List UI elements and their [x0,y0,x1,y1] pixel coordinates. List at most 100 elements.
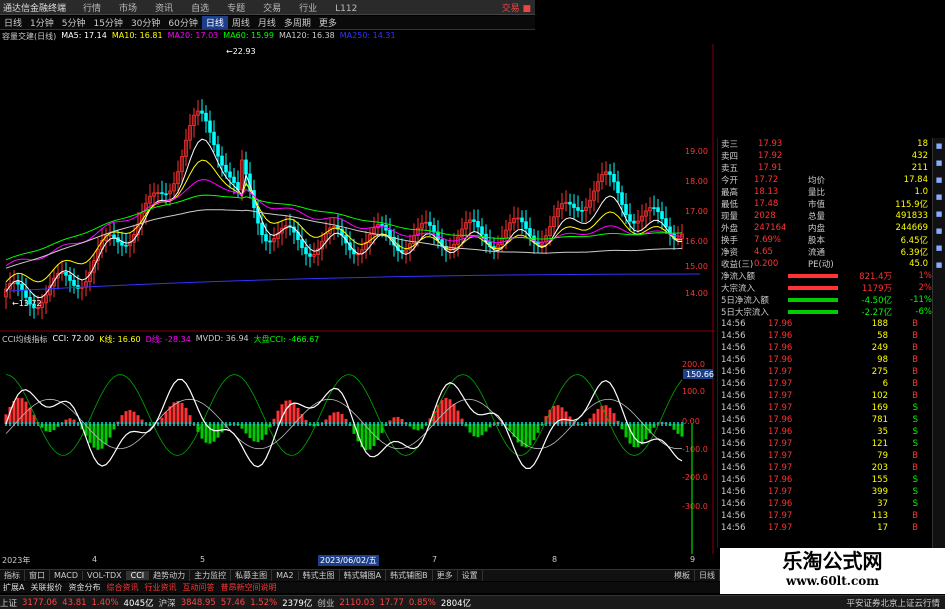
indicator-tab[interactable]: 韩式辅图A [340,570,387,581]
cci-hist-bar [452,403,456,424]
indicator-tab[interactable]: CCI [126,571,150,580]
cci-zero-tick [249,422,251,426]
sidebar-icon[interactable]: ■ [933,155,945,172]
sub-tab[interactable]: 行业资讯 [141,582,179,593]
tick-side: B [912,343,918,353]
sub-tab[interactable]: 扩展A [0,582,27,593]
index-item[interactable]: 创业 [317,597,339,609]
quote-row: 14:56 17.97 113 B [718,510,945,522]
sidebar-icon[interactable]: ■ [933,189,945,206]
period-tab[interactable]: 30分钟 [127,16,164,29]
sub-tab[interactable]: 关联报价 [27,582,65,593]
cci-zero-tick [101,422,103,426]
legend-item: MVDD: 36.94 [195,334,249,343]
cci-zero-tick [217,422,219,426]
period-tab[interactable]: 15分钟 [89,16,126,29]
menu-item[interactable]: 交易 [254,4,290,14]
period-tab[interactable]: 月线 [254,16,280,29]
period-tab[interactable]: 多周期 [280,16,315,29]
menu-item[interactable]: 资讯 [146,4,182,14]
tick-side: B [912,367,918,377]
index-item[interactable]: 平安证券北京上证云行情 [846,597,945,609]
menu-item[interactable]: 自选 [182,4,218,14]
quote-row: 卖五 17.91 211 [718,162,945,174]
cci-zero-tick [681,422,683,426]
stat-value: 4.65 [754,247,773,257]
tick-vol: 249 [871,343,888,353]
quote-row: 14:56 17.97 169 S [718,402,945,414]
indicator-tab[interactable]: 私募主图 [231,570,273,581]
period-tab[interactable]: 1分钟 [26,16,58,29]
tick-vol: 102 [871,391,888,401]
title-right[interactable]: 交易 ■ [502,1,535,14]
sidebar-icon[interactable]: ■ [933,257,945,274]
candle-body [64,272,68,276]
quote-row: 14:56 17.97 17 B [718,522,945,534]
menu-item[interactable]: 行业 [290,4,326,14]
sub-tab[interactable]: 互动问答 [179,582,217,593]
cci-zero-tick [529,422,531,426]
index-item: 17.77 [379,597,404,608]
sidebar-icon[interactable]: ■ [933,240,945,257]
cci-zero-tick [29,422,31,426]
sub-tab[interactable]: 普昂新空间说明 [217,582,279,593]
indicator-tab[interactable]: 设置 [458,570,483,581]
stat-value: 491833 [895,211,928,221]
indicator-tab[interactable]: 更多 [433,570,458,581]
kline-chart[interactable]: ←22.93 ←13.72 19.00 18.00 17.00 16.00 15.00 14.… [0,44,715,564]
sub-tab[interactable]: 资金分布 [65,582,103,593]
indicator-tab[interactable]: 韩式主图 [299,570,340,581]
quote-row: 净资 4.65 流通 6.39亿 [718,246,945,258]
indicator-tab[interactable]: 韩式辅图B [386,570,433,581]
indicator-tab[interactable]: VOL-TDX [83,571,127,580]
cci-zero-tick [481,422,483,426]
indicator-tab[interactable]: MA2 [272,571,299,580]
template-tab[interactable]: 日线 [695,570,720,581]
quote-row: 14:56 17.97 121 S [718,438,945,450]
tick-side: S [912,499,918,509]
stat-label: 流通 [808,248,826,258]
template-tab[interactable]: 模板 [670,570,695,581]
index-item[interactable]: 上证 [0,597,22,609]
watermark-url: www.60lt.com [786,574,879,588]
sidebar-icon[interactable]: ■ [933,223,945,240]
period-tab[interactable]: 日线 [0,16,26,29]
cci-zero-tick [133,422,135,426]
period-tab[interactable]: 周线 [228,16,254,29]
cci-zero-tick [417,422,419,426]
indicator-tab[interactable]: 窗口 [25,570,50,581]
menu-item[interactable]: 专题 [218,4,254,14]
period-tab[interactable]: 5分钟 [58,16,90,29]
indicator-tab[interactable]: 主力监控 [190,570,232,581]
tick-price: 17.96 [768,355,793,365]
period-tab[interactable]: 日线 [201,16,228,29]
indicator-tab[interactable]: 指标 [0,570,25,581]
tick-time: 14:56 [721,379,746,389]
menu-item[interactable]: L112 [326,4,366,14]
cci-zero-tick [461,422,463,426]
period-tab[interactable]: 更多 [315,16,341,29]
cci-zero-tick [125,422,127,426]
candle-body [568,201,572,205]
indicator-tab[interactable]: MACD [50,571,83,580]
sidebar-icon[interactable]: ■ [933,172,945,189]
cci-hist-bar [440,399,444,424]
cci-line [5,378,683,469]
index-item: 43.81 [62,597,87,608]
sidebar-icon[interactable]: ■ [933,206,945,223]
index-item[interactable]: 沪深 [159,597,181,609]
stat-label: 收益(三) [721,260,754,270]
sub-tab[interactable]: 综合资讯 [103,582,141,593]
menu-item[interactable]: 行情 [74,4,110,14]
flow-pct: 1% [918,271,933,281]
indicator-tab[interactable]: 趋势动力 [149,570,191,581]
candle-body [120,241,124,246]
stat-value: 17.48 [754,199,779,209]
cci-zero-tick [345,422,347,426]
cci-zero-tick [665,422,667,426]
tick-vol: 399 [871,487,888,497]
period-tab[interactable]: 60分钟 [164,16,201,29]
sidebar-icon[interactable]: ■ [933,138,945,155]
menu-item[interactable]: 市场 [110,4,146,14]
cci-zero-tick [389,422,391,426]
